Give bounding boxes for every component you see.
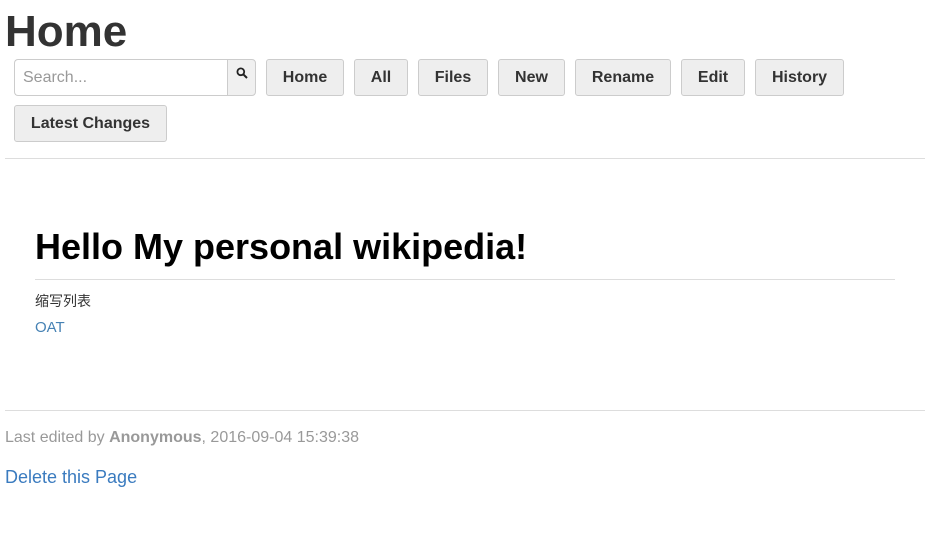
wiki-page: Home Home All Files New Rename Edit Hist… xyxy=(0,0,937,541)
footer-divider xyxy=(5,410,925,411)
nav-rename-button[interactable]: Rename xyxy=(575,59,671,96)
content-heading: Hello My personal wikipedia! xyxy=(35,226,528,267)
heading-divider xyxy=(35,279,895,280)
nav-new-button[interactable]: New xyxy=(498,59,565,96)
abbreviation-list-label: 缩写列表 xyxy=(35,294,91,310)
page-title: Home xyxy=(5,7,128,56)
search-input[interactable] xyxy=(14,59,227,96)
search-button[interactable] xyxy=(227,59,256,96)
nav-edit-button[interactable]: Edit xyxy=(681,59,745,96)
last-edited-prefix: Last edited by xyxy=(5,429,110,446)
search-form xyxy=(14,59,256,96)
delete-page-link[interactable]: Delete this Page xyxy=(5,466,137,488)
last-edited-author: Anonymous xyxy=(109,429,202,446)
nav-files-button[interactable]: Files xyxy=(418,59,488,96)
search-icon xyxy=(236,67,248,79)
nav-history-button[interactable]: History xyxy=(755,59,844,96)
nav-home-button[interactable]: Home xyxy=(266,59,344,96)
nav-all-button[interactable]: All xyxy=(354,59,408,96)
header-divider xyxy=(5,158,925,159)
last-edited-info: Last edited by Anonymous, 2016-09-04 15:… xyxy=(5,428,359,448)
last-edited-timestamp: , 2016-09-04 15:39:38 xyxy=(201,429,359,446)
nav-latest-changes-button[interactable]: Latest Changes xyxy=(14,105,167,142)
oat-link[interactable]: OAT xyxy=(35,319,65,337)
